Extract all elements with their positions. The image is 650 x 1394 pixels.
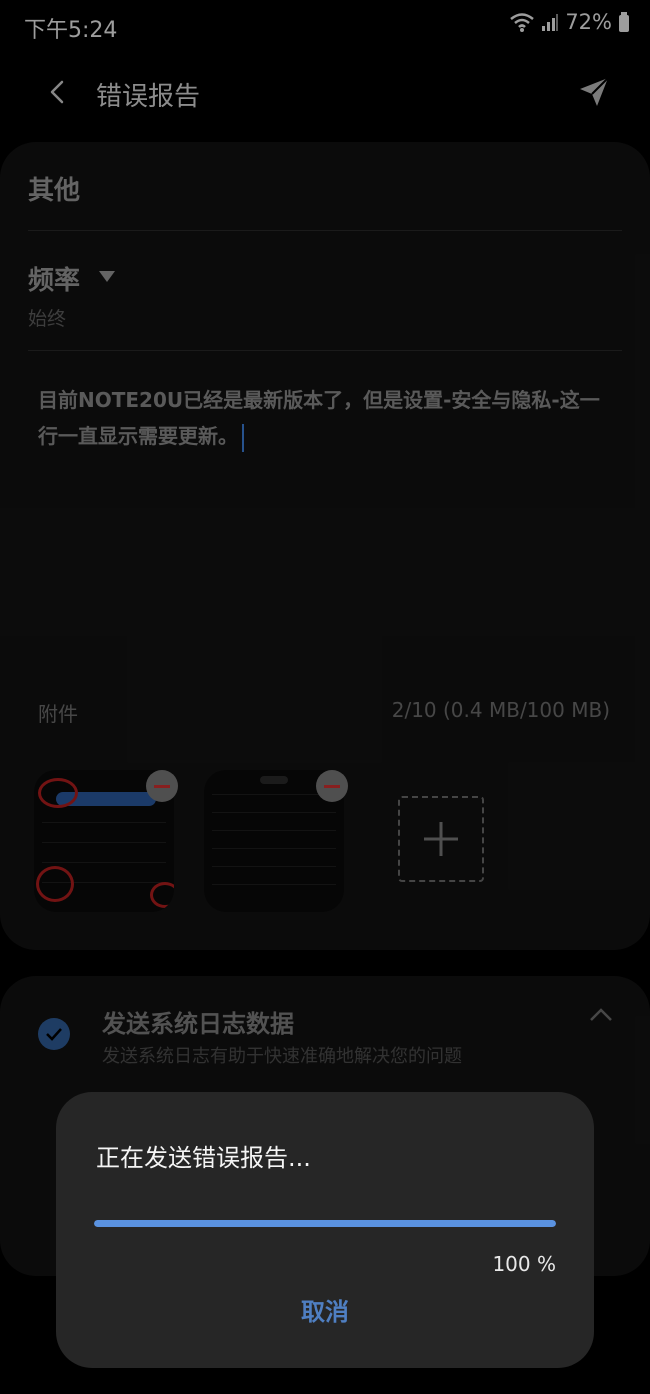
cancel-button[interactable]: 取消: [56, 1292, 594, 1332]
sending-dialog: 正在发送错误报告... 100 % 取消: [56, 1092, 594, 1368]
dialog-title: 正在发送错误报告...: [96, 1144, 311, 1172]
progress-text: 100 %: [492, 1252, 556, 1276]
progress-fill: [94, 1220, 556, 1227]
progress-bar: [94, 1220, 556, 1227]
